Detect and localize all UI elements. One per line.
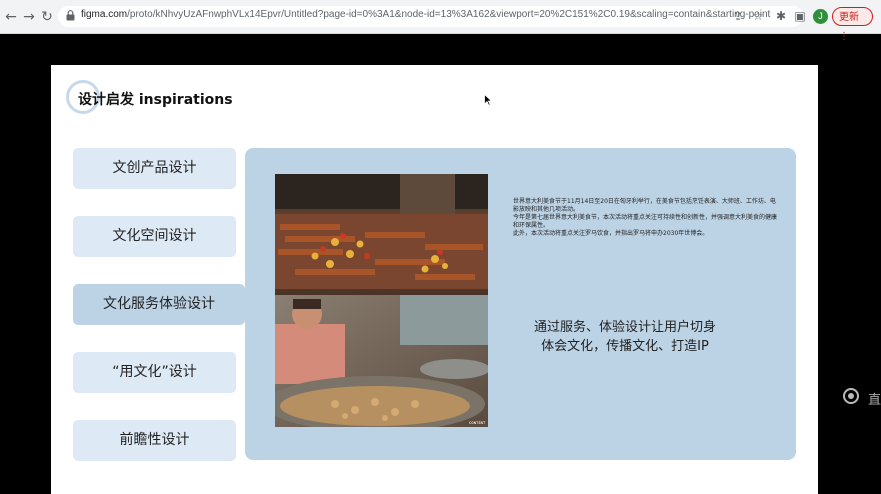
description-paragraph-1: 世界意大利美食节于11月14日至20日在匈牙利举行，在美食节包括烹饪表演、大师班… [513,198,776,213]
url-text: figma.com/proto/kNhvyUzAFnwphVLx14Epvr/U… [81,9,771,20]
address-bar[interactable]: figma.com/proto/kNhvyUzAFnwphVLx14Epvr/U… [58,6,803,27]
share-icon[interactable]: ⇪ [730,8,746,24]
update-button[interactable]: 更新 ⋮ [832,7,873,42]
url-domain: figma.com [81,9,128,20]
record-dot-icon [848,393,854,399]
menu-item-forward-looking-design[interactable]: 前瞻性设计 [73,420,236,461]
photo-watermark: ᴄᴏɴᴛᴇɴᴛ [469,420,486,425]
menu-item-cultural-service-design[interactable]: 文化服务体验设计 [73,284,245,325]
browser-toolbar: ← → ↻ figma.com/proto/kNhvyUzAFnwphVLx14… [0,0,881,42]
prototype-slide: 设计启发 inspirations 文创产品设计 文化空间设计 文化服务体验设计… [51,65,818,494]
food-festival-photo: ᴄᴏɴᴛᴇɴᴛ [275,174,488,427]
mouse-cursor-icon [484,94,492,106]
reload-icon[interactable]: ↻ [38,8,56,26]
url-path: /proto/kNhvyUzAFnwphVLx14Epvr/Untitled?p… [127,9,771,20]
forward-icon[interactable]: → [20,8,38,26]
side-overlay-text: 直 [868,393,881,408]
slide-title: 设计启发 inspirations [78,92,233,108]
tagline: 通过服务、体验设计让用户切身 体会文化，传播文化、打造IP [515,318,735,356]
menu-item-use-culture-design[interactable]: “用文化”设计 [73,352,236,393]
lock-icon[interactable] [66,10,75,21]
back-icon[interactable]: ← [2,8,20,26]
event-description: 世界意大利美食节于11月14日至20日在匈牙利举行，在美食节包括烹饪表演、大师班… [513,198,778,238]
menu-item-cultural-product-design[interactable]: 文创产品设计 [73,148,236,189]
tagline-line-1: 通过服务、体验设计让用户切身 [533,320,716,335]
description-paragraph-2: 今年是第七届世界意大利美食节，本次活动将重点关注可持续性和创新性，并强调意大利美… [513,214,778,229]
description-paragraph-3: 此外，本次活动将重点关注罗马饮食，并指出罗马将申办2030年世博会。 [513,230,709,237]
menu-item-cultural-space-design[interactable]: 文化空间设计 [73,216,236,257]
profile-avatar[interactable]: J [813,9,828,24]
extensions-icon[interactable]: ✱ [773,8,789,24]
content-panel: ᴄᴏɴᴛᴇɴᴛ 世界意大利美食节于11月14日至20日在匈牙利举行，在美食节包括… [245,148,796,460]
sidebar-icon[interactable]: ▣ [792,8,808,24]
tagline-line-2: 体会文化，传播文化、打造IP [541,339,709,354]
star-icon[interactable]: ☆ [750,8,766,24]
